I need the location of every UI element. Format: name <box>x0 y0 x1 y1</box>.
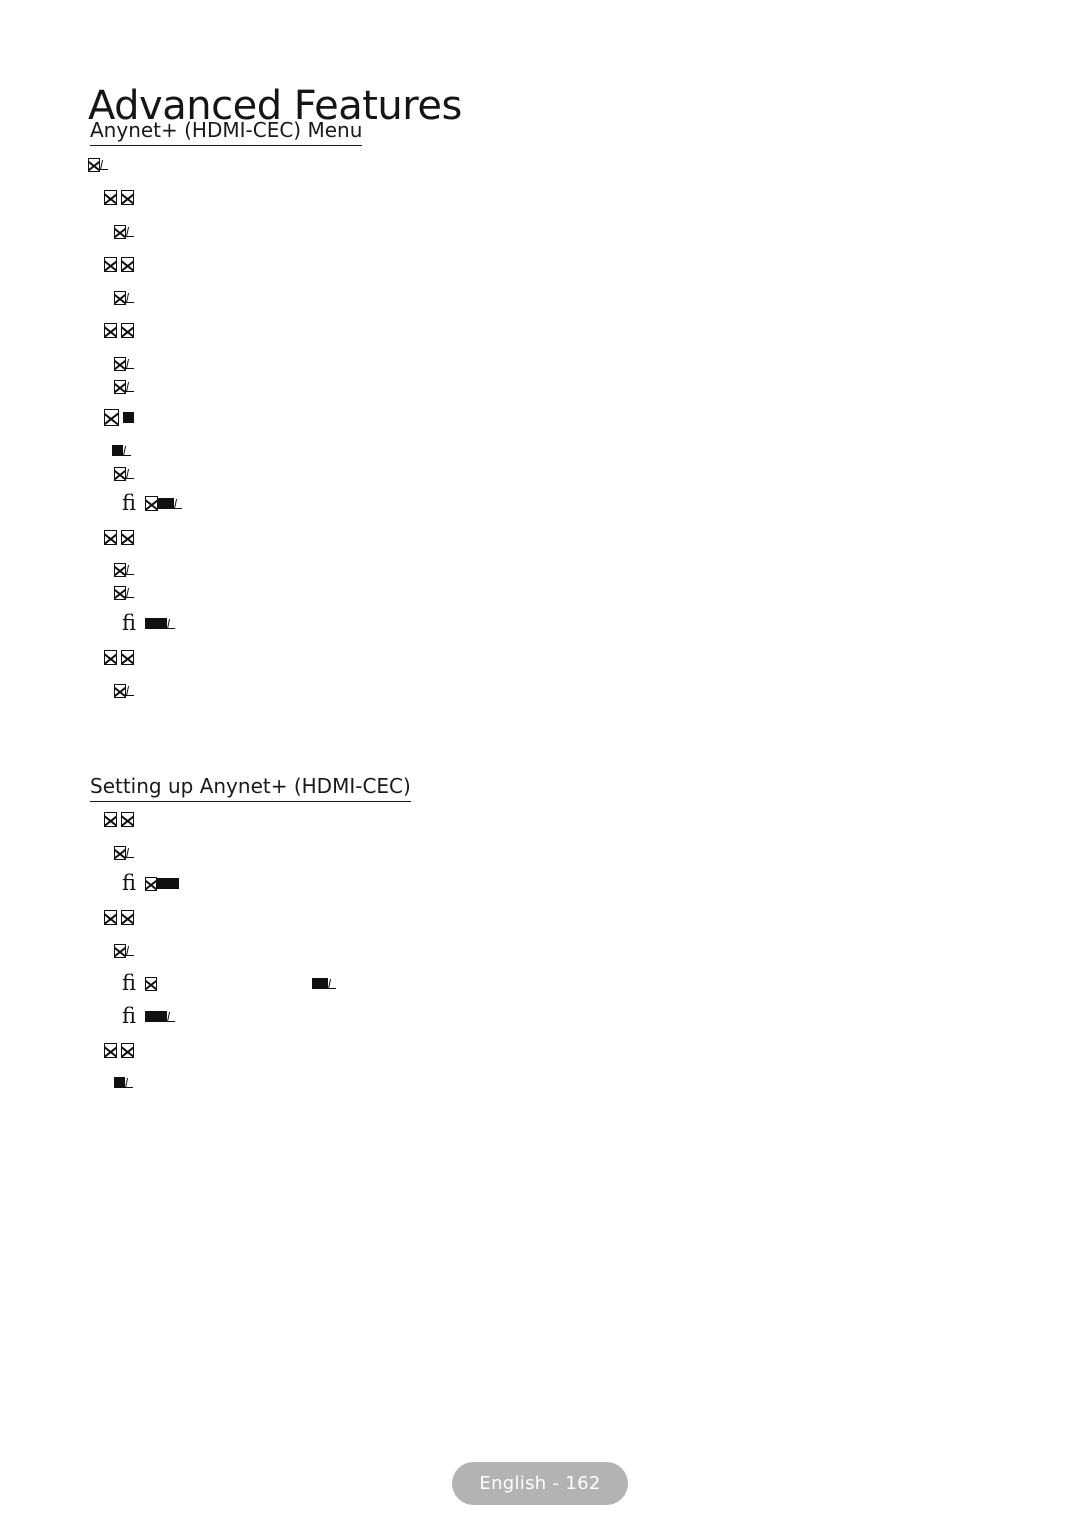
notdef-box-glyph <box>114 379 126 394</box>
notdef-box-glyph <box>114 290 126 305</box>
notdef-box-glyph <box>104 190 117 205</box>
notdef-box-glyph <box>114 845 126 860</box>
tick-glyph <box>124 1077 136 1088</box>
tick-glyph <box>122 445 134 456</box>
tick-glyph <box>166 618 178 629</box>
body-line <box>114 843 137 862</box>
body-line <box>114 288 137 307</box>
fi-ligature-glyph: fi <box>122 491 137 515</box>
body-line <box>104 528 134 547</box>
notdef-box-glyph <box>104 910 117 925</box>
notdef-box-glyph <box>121 1043 134 1058</box>
notdef-box-glyph <box>114 683 126 698</box>
notdef-box-glyph <box>114 466 126 481</box>
body-line: fi <box>122 1004 178 1028</box>
filled-box-glyph <box>145 1011 168 1022</box>
notdef-box-glyph <box>114 224 126 239</box>
page-number-label: English - 162 <box>479 1473 601 1494</box>
notdef-box-glyph <box>114 585 126 600</box>
page-number-badge: English - 162 <box>452 1462 628 1505</box>
body-line <box>104 188 134 207</box>
tick-glyph <box>125 847 137 858</box>
tick-glyph <box>125 564 137 575</box>
body-line <box>112 441 134 460</box>
notdef-box-glyph <box>104 650 117 665</box>
tick-glyph <box>125 292 137 303</box>
body-line <box>114 1073 136 1092</box>
tick-glyph <box>166 1011 178 1022</box>
section-heading-anynet-menu: Anynet+ (HDMI-CEC) Menu <box>90 118 363 146</box>
notdef-box-glyph <box>121 323 134 338</box>
notdef-box-glyph <box>104 1043 117 1058</box>
body-line <box>114 583 137 602</box>
notdef-box-glyph <box>114 943 126 958</box>
body-line <box>104 1041 134 1060</box>
body-line <box>104 255 134 274</box>
body-line <box>114 560 137 579</box>
filled-box-glyph <box>123 412 134 423</box>
notdef-box-glyph <box>121 190 134 205</box>
filled-box-glyph <box>112 445 123 456</box>
notdef-box-glyph <box>121 257 134 272</box>
notdef-box-glyph <box>88 157 100 172</box>
notdef-box-glyph <box>104 530 117 545</box>
notdef-box-glyph <box>121 910 134 925</box>
notdef-box-glyph <box>104 409 119 426</box>
notdef-box-glyph <box>145 876 158 891</box>
body-line <box>104 321 134 340</box>
notdef-box-glyph <box>121 530 134 545</box>
body-line <box>114 354 137 373</box>
notdef-box-glyph <box>114 356 126 371</box>
tick-glyph <box>99 159 111 170</box>
tick-glyph <box>125 226 137 237</box>
body-line <box>114 377 137 396</box>
body-line: fi <box>122 611 178 635</box>
tick-glyph <box>125 945 137 956</box>
section-heading-setting-up: Setting up Anynet+ (HDMI-CEC) <box>90 774 411 802</box>
filled-box-glyph <box>312 978 329 989</box>
notdef-box-glyph <box>104 257 117 272</box>
tick-glyph <box>173 498 185 509</box>
tick-glyph <box>125 381 137 392</box>
notdef-box-glyph <box>114 562 126 577</box>
fi-ligature-glyph: fi <box>122 1004 137 1028</box>
fi-ligature-glyph: fi <box>122 611 137 635</box>
document-page: Advanced Features Anynet+ (HDMI-CEC) Men… <box>0 0 1080 1534</box>
body-line <box>114 681 137 700</box>
body-line <box>104 648 134 667</box>
notdef-box-glyph <box>121 650 134 665</box>
tick-glyph <box>125 468 137 479</box>
tick-glyph <box>125 587 137 598</box>
fi-ligature-glyph: fi <box>122 871 137 895</box>
notdef-box-glyph <box>104 812 117 827</box>
filled-box-glyph <box>114 1077 125 1088</box>
notdef-box-glyph <box>145 496 159 511</box>
notdef-box-glyph <box>104 323 117 338</box>
body-line: fi <box>122 971 339 995</box>
tick-glyph <box>327 978 339 989</box>
fi-ligature-glyph: fi <box>122 971 137 995</box>
body-line: fi <box>122 871 180 895</box>
tick-glyph <box>125 685 137 696</box>
notdef-box-glyph <box>145 976 158 991</box>
notdef-box-glyph <box>121 812 134 827</box>
body-line <box>114 464 137 483</box>
body-line <box>104 810 134 829</box>
filled-box-glyph <box>158 498 175 509</box>
body-line <box>88 155 111 174</box>
body-line <box>104 408 134 427</box>
body-line <box>114 222 137 241</box>
filled-box-glyph <box>145 618 168 629</box>
tick-glyph <box>125 358 137 369</box>
body-line: fi <box>122 491 185 515</box>
body-line <box>114 941 137 960</box>
filled-box-glyph <box>157 878 180 889</box>
body-line <box>104 908 134 927</box>
